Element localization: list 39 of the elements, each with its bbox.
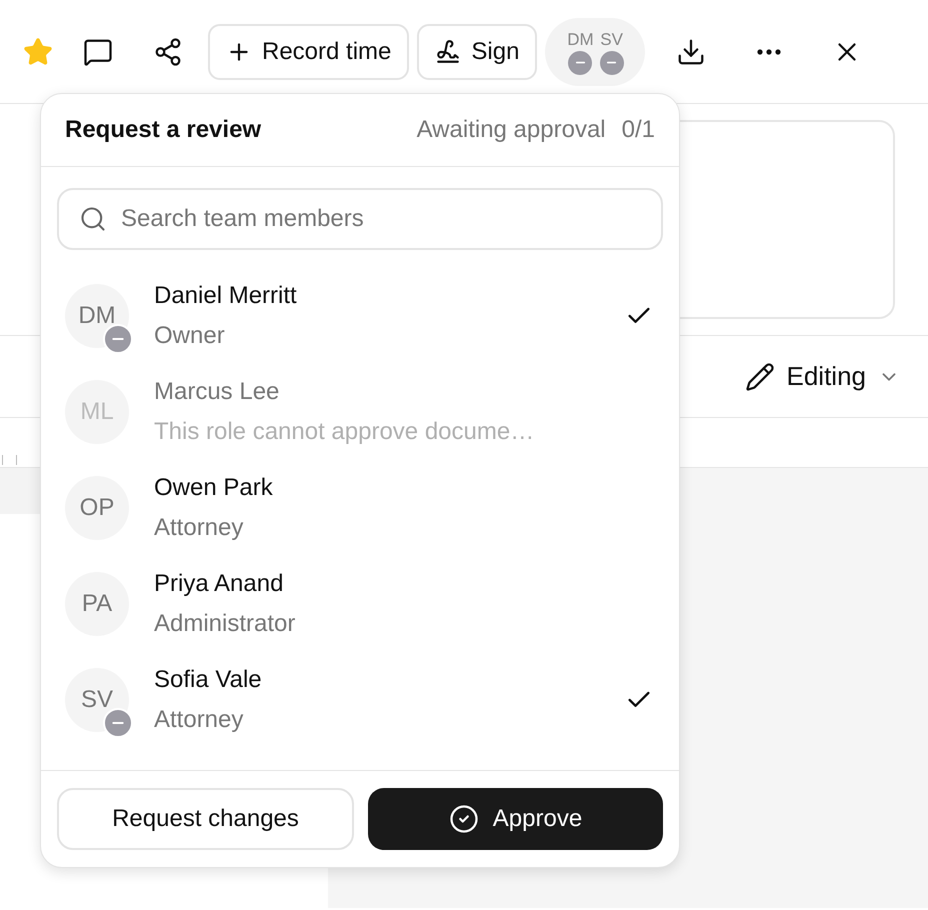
- member-role: Administrator: [154, 609, 296, 639]
- member-name: Marcus Lee: [154, 377, 280, 407]
- search-input[interactable]: Search team members: [121, 201, 641, 237]
- avatar-initials: DM: [567, 30, 594, 50]
- request-changes-button[interactable]: Request changes: [57, 788, 354, 850]
- ruler-ticks-drawing: [2, 455, 18, 465]
- signature-icon: [435, 38, 462, 64]
- approval-count: 0/1: [622, 115, 655, 145]
- search-field[interactable]: Search team members: [57, 188, 663, 250]
- member-name: Priya Anand: [154, 569, 284, 599]
- approve-button[interactable]: Approve: [368, 788, 663, 850]
- member-row[interactable]: OP Owen Park Attorney: [41, 460, 679, 556]
- comment-icon: [83, 36, 113, 66]
- member-avatar: PA: [65, 572, 129, 636]
- popover-title: Request a review: [65, 115, 262, 145]
- member-name: Daniel Merritt: [154, 281, 297, 311]
- member-name: Sofia Vale: [154, 665, 262, 695]
- member-avatar: ML: [65, 380, 129, 444]
- star-icon: [23, 36, 53, 66]
- member-role: This role cannot approve docume…: [154, 417, 534, 447]
- member-avatar: OP: [65, 476, 129, 540]
- member-name: Owen Park: [154, 473, 273, 503]
- search-icon: [79, 205, 107, 233]
- editing-mode-dropdown[interactable]: Editing: [744, 357, 900, 396]
- more-icon: [757, 48, 782, 54]
- record-time-button[interactable]: Record time: [208, 24, 410, 80]
- member-role: Attorney: [154, 513, 244, 543]
- approval-status: Awaiting approval: [416, 115, 606, 145]
- member-row[interactable]: DM Daniel Merritt Owner: [41, 268, 679, 364]
- share-icon: [153, 36, 183, 66]
- member-role: Owner: [154, 321, 226, 351]
- member-row[interactable]: PA Priya Anand Administrator: [41, 556, 679, 652]
- check-circle-icon: [448, 804, 479, 834]
- member-row[interactable]: SV Sofia Vale Attorney: [41, 652, 679, 748]
- pencil-icon: [744, 362, 774, 392]
- avatar-initials: SV: [600, 30, 623, 50]
- member-role: Attorney: [154, 705, 244, 735]
- download-icon: [676, 36, 706, 66]
- sign-button[interactable]: Sign: [417, 24, 538, 80]
